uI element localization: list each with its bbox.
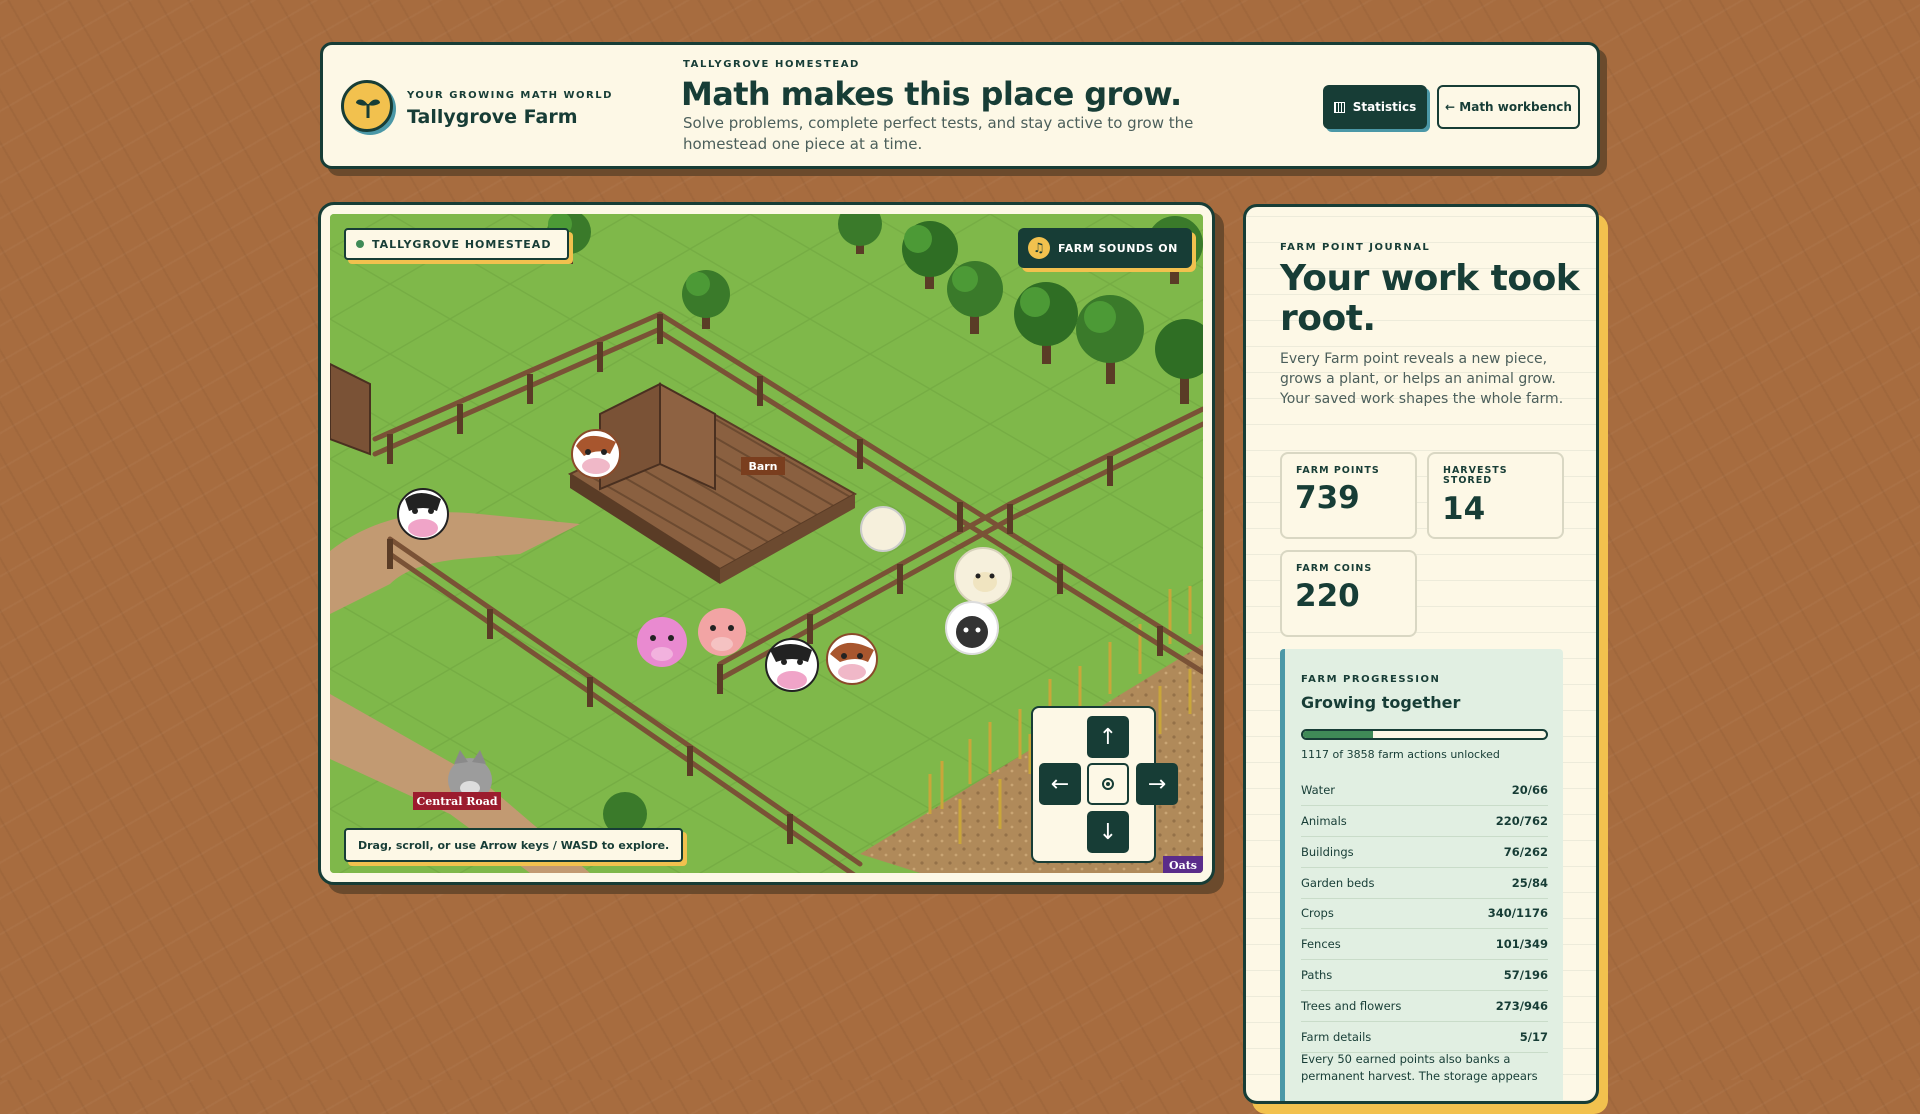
farm-sounds-toggle[interactable]: ♫ FARM SOUNDS ON bbox=[1018, 228, 1192, 268]
progression-bar-fill bbox=[1303, 731, 1374, 738]
progression-bar bbox=[1301, 729, 1548, 740]
stat-value: 14 bbox=[1442, 491, 1486, 527]
sprout-logo-icon bbox=[341, 80, 393, 132]
row-name: Garden beds bbox=[1301, 876, 1375, 890]
harvests-stored-card: HARVESTS STORED 14 bbox=[1427, 452, 1564, 539]
progression-title: Growing together bbox=[1301, 693, 1461, 712]
journal-eyebrow: FARM POINT JOURNAL bbox=[1280, 242, 1431, 253]
progress-row-animals: Animals 220/762 bbox=[1301, 806, 1548, 837]
crop-label: Oats bbox=[1169, 859, 1197, 872]
row-value: 20/66 bbox=[1511, 783, 1548, 797]
stat-value: 220 bbox=[1295, 578, 1360, 614]
math-workbench-button-label: ← Math workbench bbox=[1445, 100, 1572, 114]
row-name: Crops bbox=[1301, 906, 1334, 920]
row-value: 25/84 bbox=[1511, 876, 1548, 890]
target-icon bbox=[1102, 778, 1114, 790]
row-value: 57/196 bbox=[1503, 968, 1548, 982]
row-value: 76/262 bbox=[1503, 845, 1548, 859]
journal-title: Your work took root. bbox=[1280, 258, 1580, 339]
progression-caption: 1117 of 3858 farm actions unlocked bbox=[1301, 748, 1500, 761]
page-eyebrow: TALLYGROVE HOMESTEAD bbox=[683, 59, 860, 70]
music-note-icon: ♫ bbox=[1028, 237, 1050, 259]
row-name: Paths bbox=[1301, 968, 1333, 982]
recenter-button[interactable] bbox=[1087, 763, 1129, 805]
pan-right-button[interactable]: → bbox=[1136, 763, 1178, 805]
homestead-label-text: TALLYGROVE HOMESTEAD bbox=[372, 237, 552, 251]
status-dot-icon bbox=[356, 240, 364, 248]
row-name: Fences bbox=[1301, 937, 1341, 951]
direction-pad: ↑ ← → ↓ bbox=[1031, 706, 1178, 863]
progress-row-fences: Fences 101/349 bbox=[1301, 929, 1548, 960]
row-name: Buildings bbox=[1301, 845, 1354, 859]
journal-body: Every Farm point reveals a new piece, gr… bbox=[1280, 351, 1564, 407]
statistics-button[interactable]: Statistics bbox=[1323, 85, 1427, 129]
road-label: Central Road bbox=[416, 795, 497, 808]
row-name: Animals bbox=[1301, 814, 1347, 828]
row-name: Farm details bbox=[1301, 1030, 1372, 1044]
page-title: Math makes this place grow. bbox=[681, 75, 1182, 113]
chart-icon bbox=[1333, 101, 1345, 113]
homestead-label: TALLYGROVE HOMESTEAD bbox=[344, 228, 570, 260]
row-name: Trees and flowers bbox=[1301, 999, 1402, 1013]
farm-viewport[interactable]: Barn Central Road Oats TALLYGROVE HOMEST… bbox=[330, 214, 1203, 873]
progression-eyebrow: FARM PROGRESSION bbox=[1301, 674, 1441, 685]
brand-eyebrow: YOUR GROWING MATH WORLD bbox=[407, 90, 613, 101]
header-bar: YOUR GROWING MATH WORLD Tallygrove Farm … bbox=[320, 42, 1600, 169]
page-subtitle: Solve problems, complete perfect tests, … bbox=[683, 114, 1194, 153]
controls-hint: Drag, scroll, or use Arrow keys / WASD t… bbox=[344, 828, 684, 862]
row-value: 220/762 bbox=[1495, 814, 1548, 828]
progress-row-paths: Paths 57/196 bbox=[1301, 960, 1548, 991]
progress-row-crops: Crops 340/1176 bbox=[1301, 898, 1548, 929]
math-workbench-button[interactable]: ← Math workbench bbox=[1437, 85, 1580, 129]
pan-left-button[interactable]: ← bbox=[1039, 763, 1081, 805]
barn-label: Barn bbox=[748, 460, 777, 473]
progress-row-garden-beds: Garden beds 25/84 bbox=[1301, 868, 1548, 899]
farm-progression-card: FARM PROGRESSION Growing together 1117 o… bbox=[1280, 649, 1563, 1101]
row-value: 101/349 bbox=[1495, 937, 1548, 951]
farm-coins-card: FARM COINS 220 bbox=[1280, 550, 1417, 637]
pan-up-button[interactable]: ↑ bbox=[1087, 716, 1129, 758]
farm-sounds-label: FARM SOUNDS ON bbox=[1058, 241, 1178, 255]
pan-down-button[interactable]: ↓ bbox=[1087, 811, 1129, 853]
row-value: 5/17 bbox=[1519, 1030, 1548, 1044]
progress-row-water: Water 20/66 bbox=[1301, 775, 1548, 806]
progress-row-trees-and-flowers: Trees and flowers 273/946 bbox=[1301, 991, 1548, 1022]
row-value: 340/1176 bbox=[1487, 906, 1548, 920]
farm-points-card: FARM POINTS 739 bbox=[1280, 452, 1417, 539]
progress-row-farm-details: Farm details 5/17 bbox=[1301, 1022, 1548, 1053]
stat-label: FARM POINTS bbox=[1296, 465, 1380, 476]
stat-label: HARVESTS STORED bbox=[1443, 465, 1508, 486]
stat-value: 739 bbox=[1295, 480, 1360, 516]
statistics-button-label: Statistics bbox=[1352, 100, 1417, 114]
farm-point-journal: FARM POINT JOURNAL Your work took root. … bbox=[1243, 204, 1599, 1104]
farm-frame: Barn Central Road Oats TALLYGROVE HOMEST… bbox=[318, 202, 1215, 885]
progress-row-buildings: Buildings 76/262 bbox=[1301, 837, 1548, 868]
brand-name: Tallygrove Farm bbox=[407, 106, 578, 128]
row-name: Water bbox=[1301, 783, 1335, 797]
row-value: 273/946 bbox=[1495, 999, 1548, 1013]
stat-label: FARM COINS bbox=[1296, 563, 1373, 574]
